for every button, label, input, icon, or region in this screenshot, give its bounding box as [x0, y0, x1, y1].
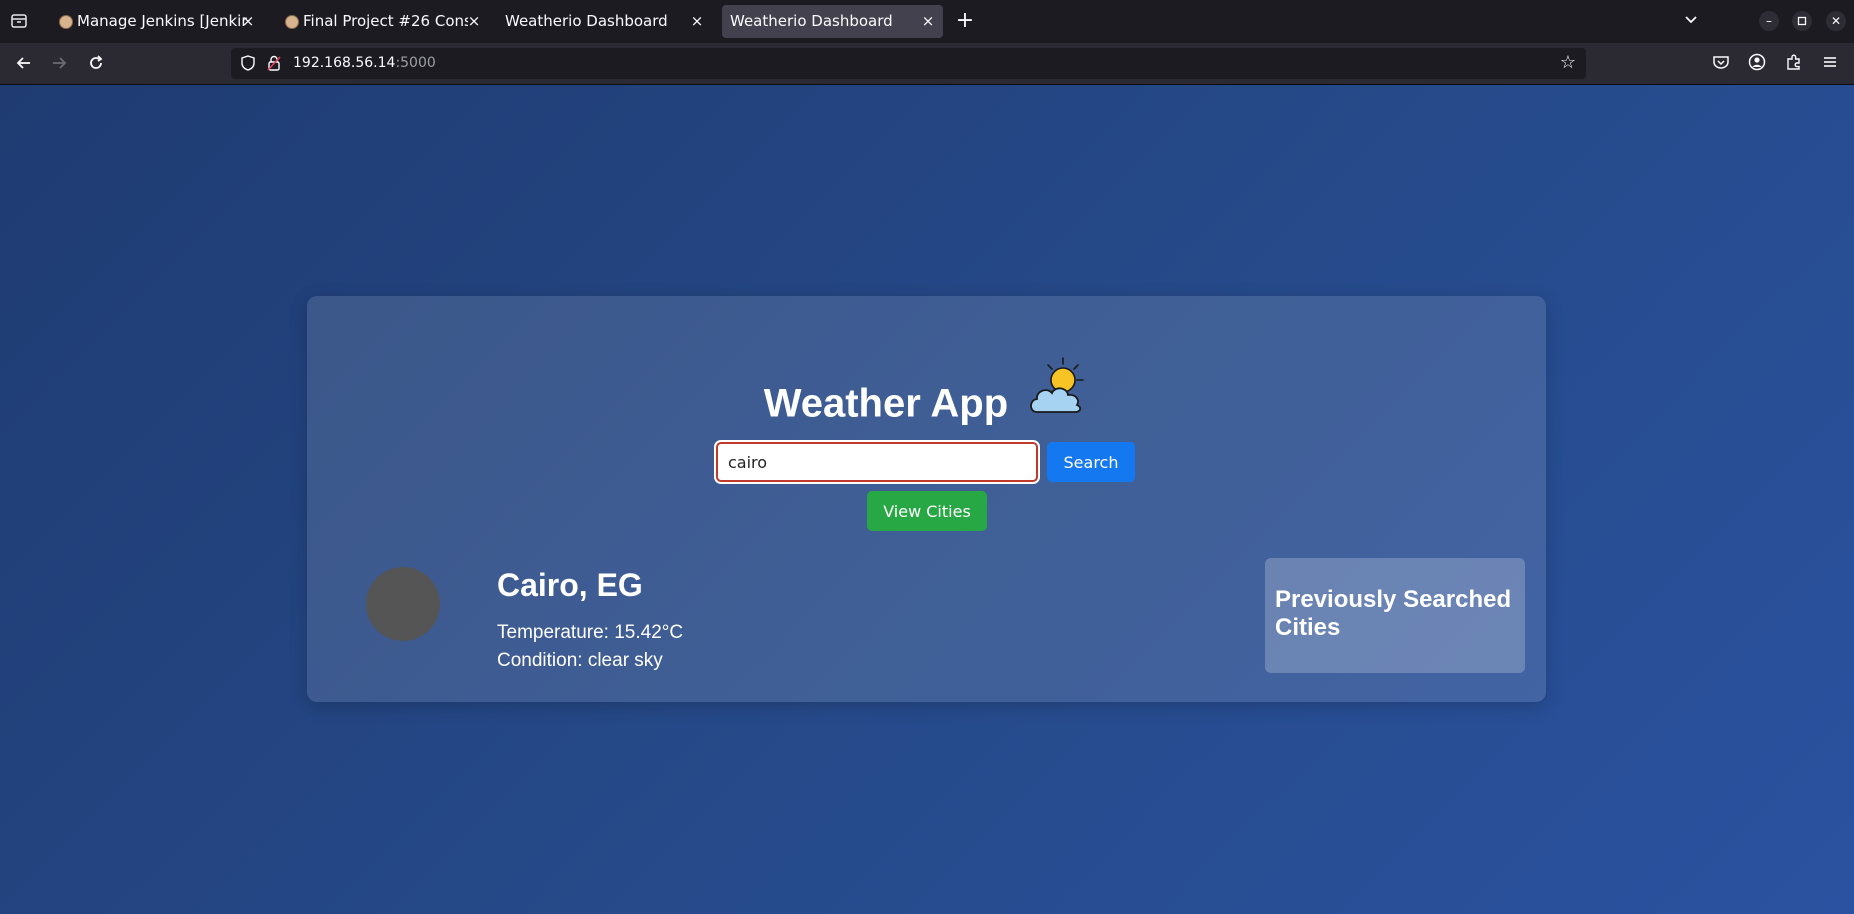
view-cities-button[interactable]: View Cities [867, 491, 987, 531]
url-text[interactable]: 192.168.56.14:5000 [293, 48, 436, 79]
forward-arrow-icon [47, 51, 71, 75]
sun-behind-cloud-icon [1027, 356, 1089, 418]
previously-searched-cities-panel: Previously Searched Cities [1265, 558, 1525, 673]
tab-close-icon[interactable]: × [241, 5, 255, 38]
tab-title: Weatherio Dashboard [505, 12, 668, 30]
tab-close-icon[interactable]: × [921, 5, 935, 38]
tab-weatherio-dashboard-active[interactable]: Weatherio Dashboard × [722, 5, 943, 38]
tab-manage-jenkins[interactable]: Manage Jenkins [Jenkins] × [47, 5, 263, 38]
pocket-icon[interactable] [1711, 53, 1731, 73]
result-condition: Condition: clear sky [497, 650, 663, 671]
weather-card: Weather App Search View Cities Cairo, EG [307, 296, 1546, 702]
result-city-name: Cairo, EG [497, 567, 643, 603]
url-bar[interactable]: 192.168.56.14:5000 ☆ [231, 48, 1586, 79]
reload-icon[interactable] [84, 51, 108, 75]
tab-title: Weatherio Dashboard [730, 12, 893, 30]
tab-title: Manage Jenkins [Jenkins] [77, 12, 247, 30]
restore-window-icon[interactable] [1792, 11, 1812, 31]
insecure-lock-icon[interactable] [267, 55, 281, 71]
app-title: Weather App [307, 356, 1546, 426]
jenkins-favicon-icon [59, 15, 73, 29]
url-host: 192.168.56.14 [293, 55, 396, 71]
firefox-view-icon[interactable] [10, 12, 28, 30]
tab-close-icon[interactable]: × [690, 5, 704, 38]
result-temperature: Temperature: 15.42°C [497, 622, 684, 643]
search-button[interactable]: Search [1047, 442, 1135, 482]
tracking-protection-shield-icon[interactable] [241, 55, 255, 71]
app-title-text: Weather App [763, 381, 1009, 426]
extensions-puzzle-icon[interactable] [1784, 53, 1804, 73]
tab-final-project-console[interactable]: Final Project #26 Console × [273, 5, 489, 38]
tab-weatherio-dashboard[interactable]: Weatherio Dashboard × [495, 5, 712, 38]
close-window-icon[interactable]: ✕ [1826, 11, 1846, 31]
browser-tab-bar: Manage Jenkins [Jenkins] × Final Project… [0, 0, 1854, 43]
back-arrow-icon[interactable] [12, 51, 36, 75]
url-port: :5000 [395, 55, 436, 71]
jenkins-favicon-icon [285, 15, 299, 29]
minimize-window-icon[interactable]: – [1759, 11, 1779, 31]
tab-title: Final Project #26 Console [303, 12, 468, 30]
weather-condition-icon [366, 567, 440, 641]
city-search-input[interactable] [714, 440, 1040, 484]
tab-close-icon[interactable]: × [467, 5, 481, 38]
new-tab-button[interactable]: + [954, 8, 976, 34]
bookmark-star-icon[interactable]: ☆ [1560, 54, 1576, 72]
list-all-tabs-icon[interactable] [1682, 10, 1700, 35]
browser-nav-bar: 192.168.56.14:5000 ☆ [0, 43, 1854, 85]
page-viewport: Weather App Search View Cities Cairo, EG [0, 85, 1854, 914]
hamburger-menu-icon[interactable] [1820, 53, 1840, 73]
previously-searched-cities-title: Previously Searched Cities [1275, 586, 1512, 641]
account-icon[interactable] [1747, 53, 1767, 73]
